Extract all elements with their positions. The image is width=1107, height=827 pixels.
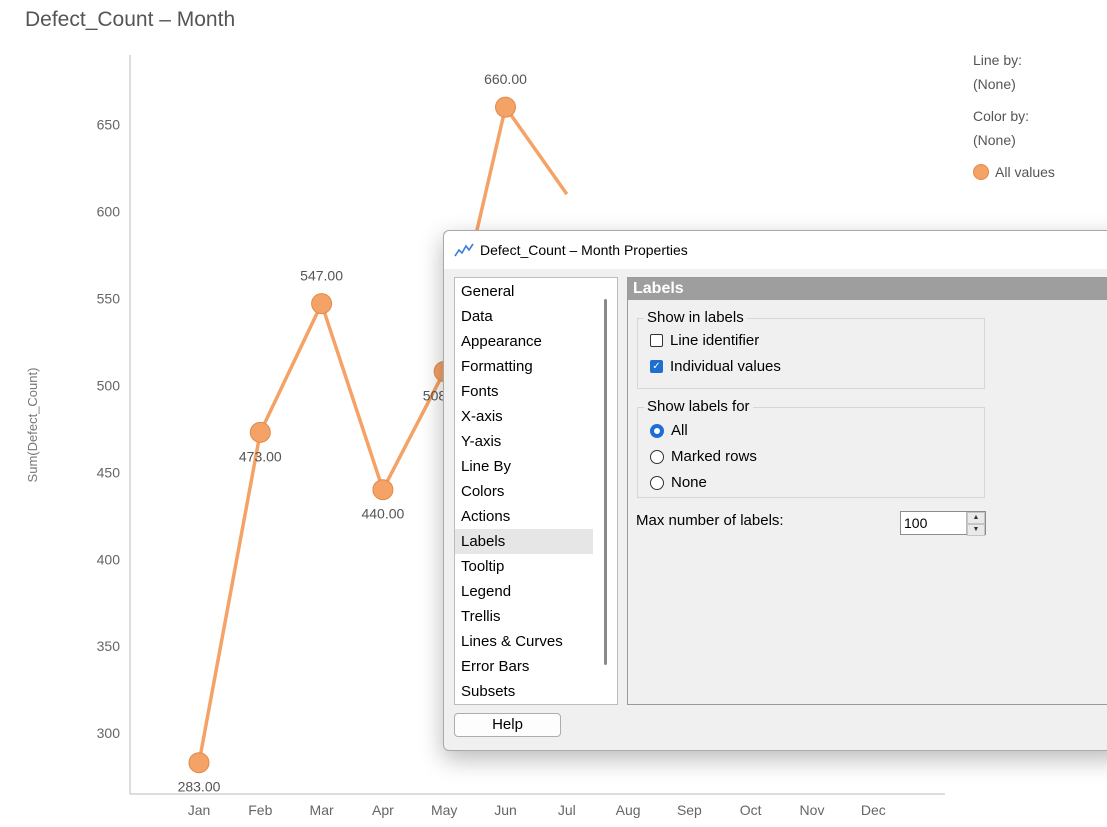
nav-item-actions[interactable]: Actions xyxy=(455,504,593,529)
nav-item-line-by[interactable]: Line By xyxy=(455,454,593,479)
line-by-value[interactable]: (None) xyxy=(973,74,1055,98)
radio-option-marked-rows[interactable]: Marked rows xyxy=(650,448,757,465)
nav-list: General Data Appearance Formatting Fonts X-ax… xyxy=(454,277,618,705)
individual-values-checkbox[interactable]: ✓ xyxy=(650,360,663,373)
legend-item-label: All values xyxy=(995,164,1055,180)
x-tick-label: Sep xyxy=(677,802,702,818)
line-identifier-label: Line identifier xyxy=(670,332,760,349)
max-labels-spinner[interactable]: ▲ ▼ xyxy=(900,511,986,536)
max-labels-input[interactable] xyxy=(901,512,966,534)
x-tick-label: Jul xyxy=(558,802,576,818)
color-by-label[interactable]: Color by: xyxy=(973,106,1055,130)
y-tick-label: 650 xyxy=(97,117,121,133)
y-tick-label: 550 xyxy=(97,290,121,306)
line-chart-icon xyxy=(454,243,474,257)
line-identifier-option[interactable]: Line identifier xyxy=(650,332,759,349)
y-tick-label: 350 xyxy=(97,638,121,654)
x-tick-label: May xyxy=(431,802,457,818)
nav-scrollbar[interactable] xyxy=(604,299,607,665)
line-identifier-checkbox[interactable] xyxy=(650,334,663,347)
y-axis-title: Sum(Defect_Count) xyxy=(25,368,40,483)
data-label: 440.00 xyxy=(361,506,404,522)
nav-item-labels[interactable]: Labels xyxy=(455,529,593,554)
x-tick-label: Feb xyxy=(248,802,272,818)
nav-item-x-axis[interactable]: X-axis xyxy=(455,404,593,429)
radio-option-none[interactable]: None xyxy=(650,474,707,491)
y-tick-label: 450 xyxy=(97,464,121,480)
nav-item-data[interactable]: Data xyxy=(455,304,593,329)
nav-item-general[interactable]: General xyxy=(455,279,593,304)
data-point[interactable] xyxy=(188,752,210,774)
x-tick-label: Apr xyxy=(372,802,394,818)
nav-item-trellis[interactable]: Trellis xyxy=(455,604,593,629)
y-tick-label: 500 xyxy=(97,377,121,393)
radio-option-all[interactable]: All xyxy=(650,422,688,439)
x-tick-label: Aug xyxy=(616,802,641,818)
show-in-labels-legend: Show in labels xyxy=(644,309,747,326)
data-point[interactable] xyxy=(249,421,271,443)
nav-item-y-axis[interactable]: Y-axis xyxy=(455,429,593,454)
x-tick-label: Nov xyxy=(800,802,825,818)
x-tick-label: Jun xyxy=(494,802,517,818)
nav-item-tooltip[interactable]: Tooltip xyxy=(455,554,593,579)
nav-item-fonts[interactable]: Fonts xyxy=(455,379,593,404)
data-label: 283.00 xyxy=(178,779,221,795)
data-point[interactable] xyxy=(311,293,333,315)
data-label: 547.00 xyxy=(300,268,343,284)
line-by-label[interactable]: Line by: xyxy=(973,50,1055,74)
help-button[interactable]: Help xyxy=(454,713,561,737)
radio-none[interactable] xyxy=(650,475,664,490)
data-point[interactable] xyxy=(495,96,516,118)
nav-item-error-bars[interactable]: Error Bars xyxy=(455,654,593,679)
color-by-value[interactable]: (None) xyxy=(973,130,1055,154)
nav-item-subsets[interactable]: Subsets xyxy=(455,679,593,704)
show-in-labels-group: Show in labels Line identifier ✓ Individ… xyxy=(637,309,985,389)
radio-marked-rows-label: Marked rows xyxy=(671,448,757,465)
legend: Line by: (None) Color by: (None) All val… xyxy=(973,50,1055,180)
nav-item-appearance[interactable]: Appearance xyxy=(455,329,593,354)
radio-marked-rows[interactable] xyxy=(650,449,664,464)
y-tick-label: 300 xyxy=(97,725,121,741)
data-point[interactable] xyxy=(372,479,394,501)
nav-item-legend[interactable]: Legend xyxy=(455,579,593,604)
individual-values-label: Individual values xyxy=(670,358,781,375)
spin-down-icon[interactable]: ▼ xyxy=(967,524,985,536)
legend-item-all-values[interactable]: All values xyxy=(973,164,1055,180)
nav-item-colors[interactable]: Colors xyxy=(455,479,593,504)
radio-none-label: None xyxy=(671,474,707,491)
dialog-titlebar[interactable]: Defect_Count – Month Properties xyxy=(444,231,1107,269)
individual-values-option[interactable]: ✓ Individual values xyxy=(650,358,781,375)
nav-item-formatting[interactable]: Formatting xyxy=(455,354,593,379)
labels-panel: Labels Show in labels Line identifier ✓ … xyxy=(627,277,1107,705)
properties-dialog: Defect_Count – Month Properties General D… xyxy=(443,230,1107,751)
show-labels-for-legend: Show labels for xyxy=(644,398,753,415)
panel-header: Labels xyxy=(628,278,1107,300)
radio-all[interactable] xyxy=(650,423,664,438)
radio-all-label: All xyxy=(671,422,688,439)
x-tick-label: Jan xyxy=(188,802,211,818)
dialog-title: Defect_Count – Month Properties xyxy=(480,242,688,258)
x-tick-label: Dec xyxy=(861,802,886,818)
x-tick-label: Mar xyxy=(310,802,334,818)
data-label: 473.00 xyxy=(239,448,282,464)
show-labels-for-group: Show labels for All Marked rows None xyxy=(637,398,985,498)
nav-item-lines-curves[interactable]: Lines & Curves xyxy=(455,629,593,654)
spin-up-icon[interactable]: ▲ xyxy=(967,512,985,524)
data-label: 660.00 xyxy=(484,71,527,87)
y-tick-label: 400 xyxy=(97,551,121,567)
legend-swatch xyxy=(973,164,989,180)
x-tick-label: Oct xyxy=(740,802,762,818)
max-labels-label: Max number of labels: xyxy=(636,512,784,529)
y-tick-label: 600 xyxy=(97,203,121,219)
